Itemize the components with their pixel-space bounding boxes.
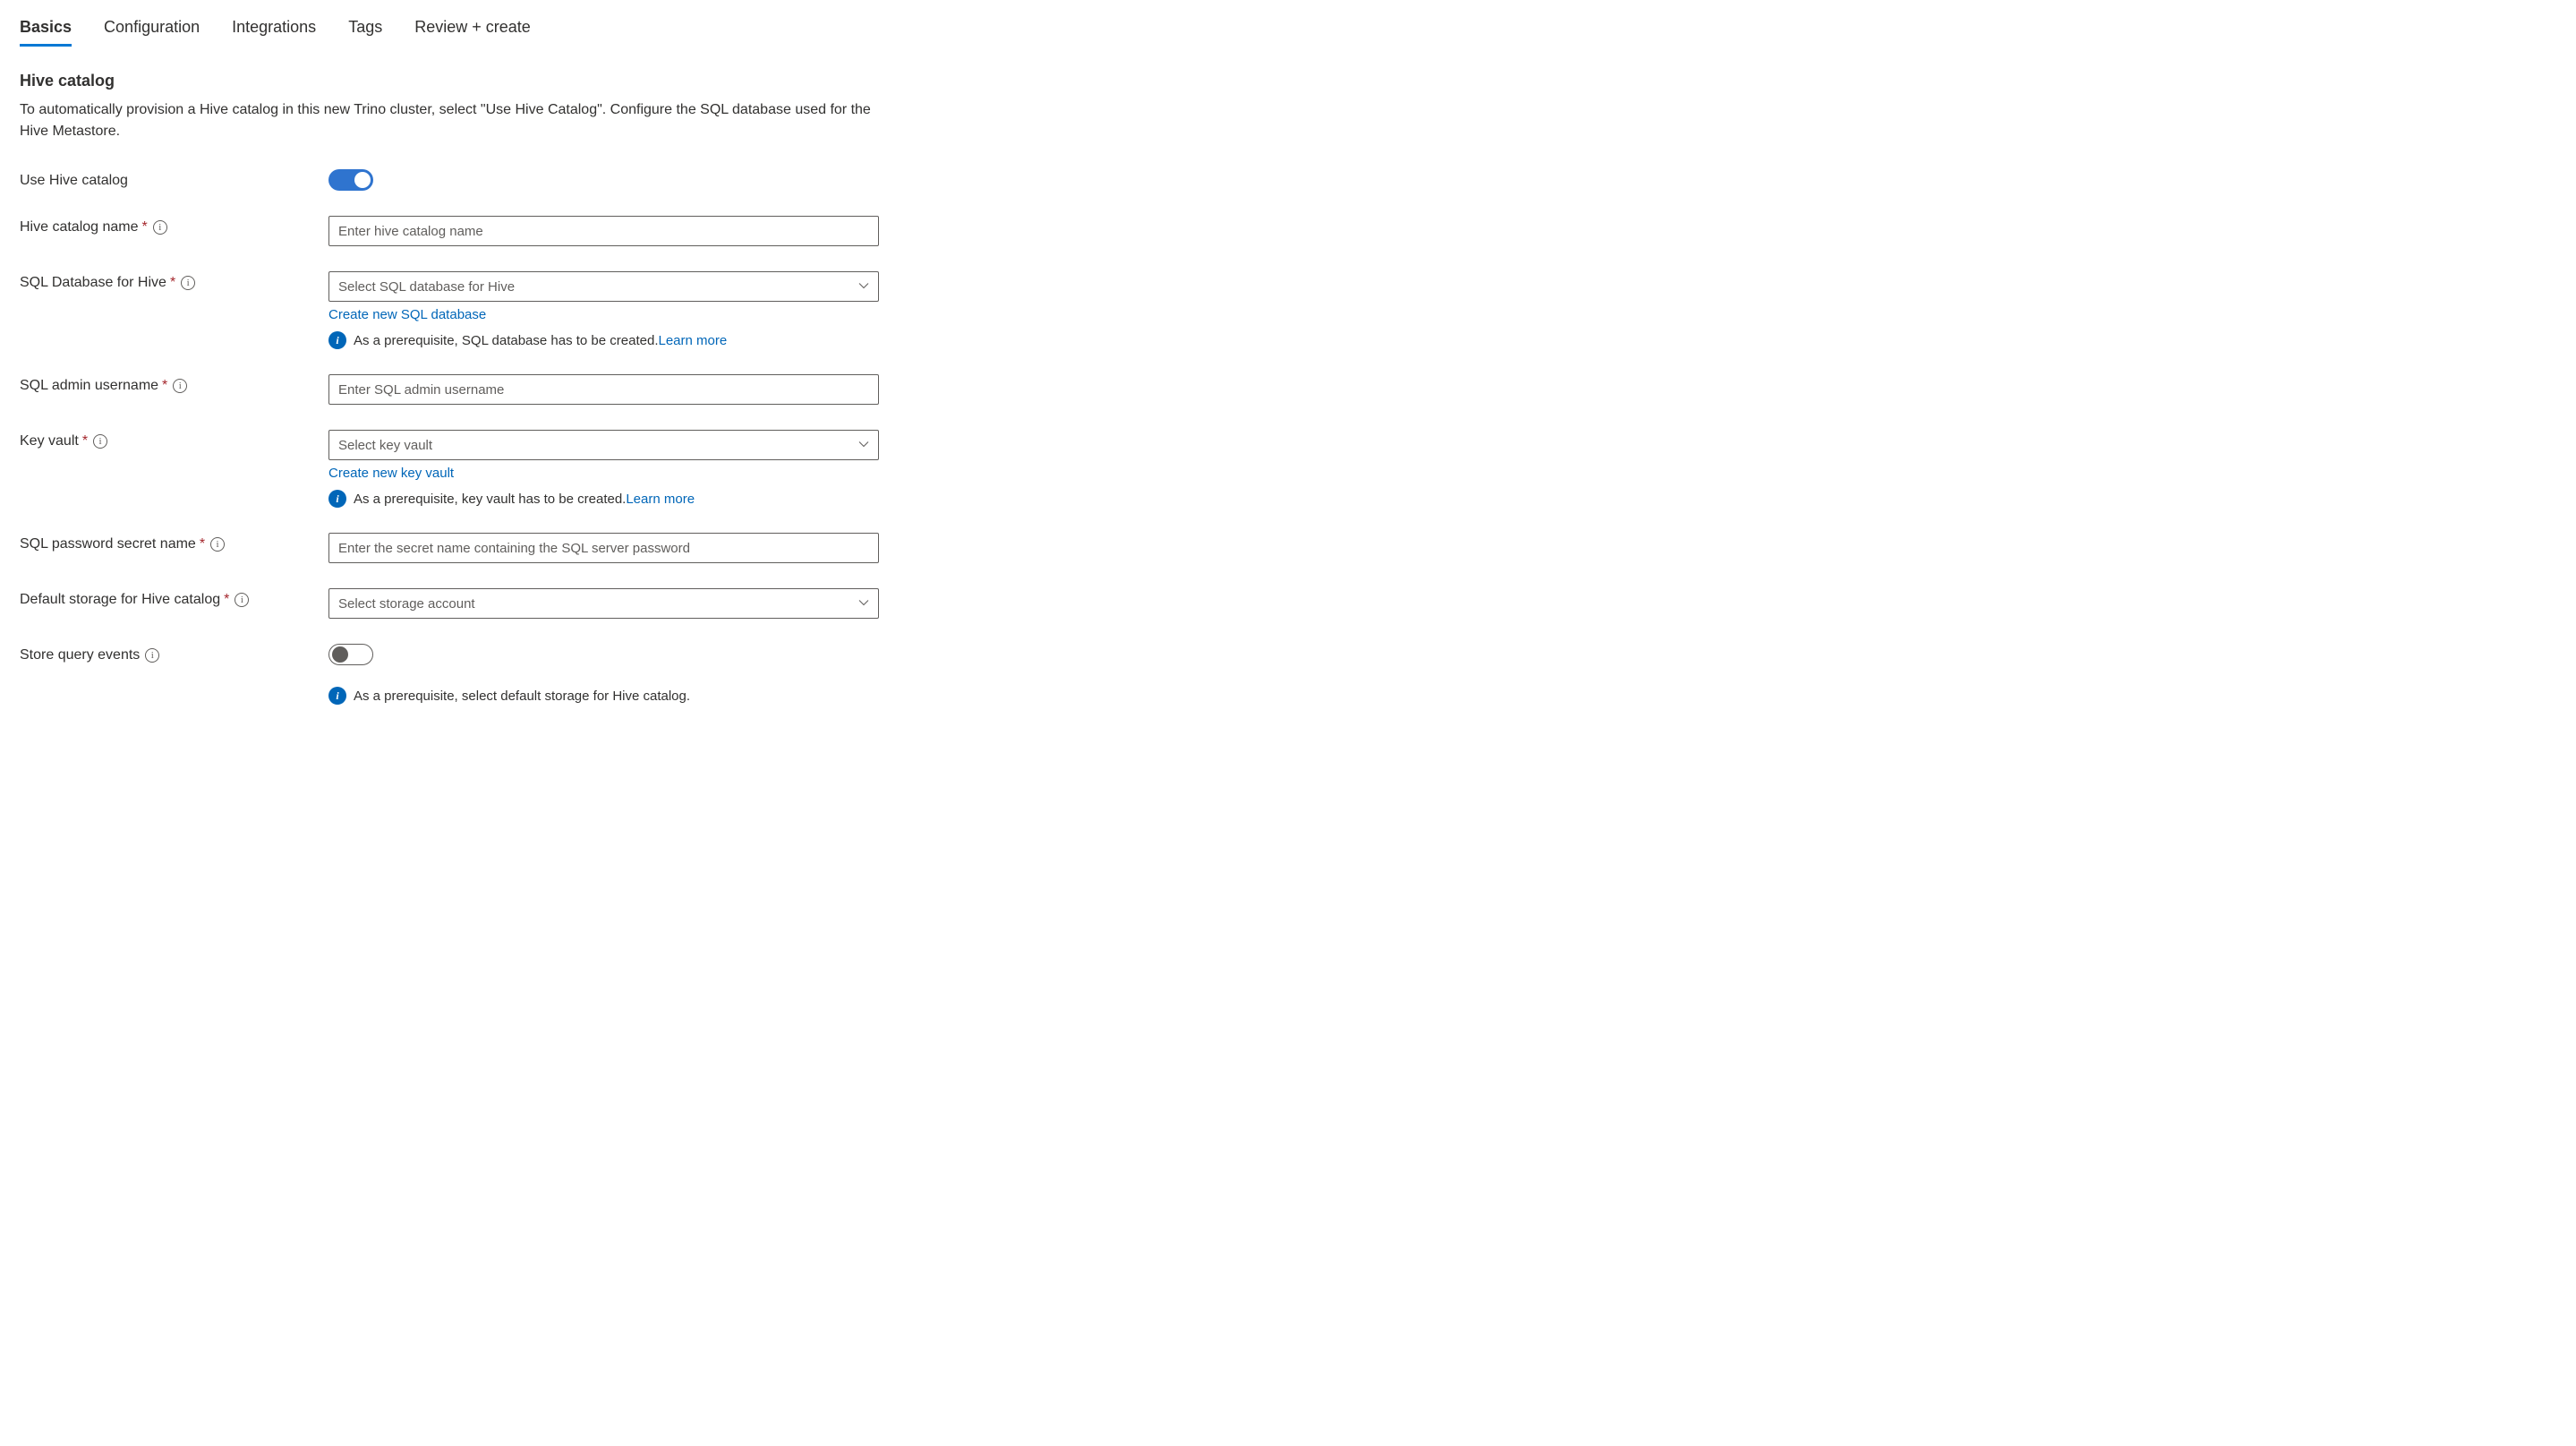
sql-database-select[interactable]: Select SQL database for Hive bbox=[328, 271, 879, 302]
store-query-events-label: Store query events i bbox=[20, 644, 328, 663]
key-vault-select[interactable]: Select key vault bbox=[328, 430, 879, 460]
key-vault-info-text: As a prerequisite, key vault has to be c… bbox=[354, 492, 695, 507]
info-badge-icon: i bbox=[328, 331, 346, 349]
required-asterisk: * bbox=[162, 378, 167, 394]
sql-database-learn-more-link[interactable]: Learn more bbox=[659, 333, 728, 348]
use-hive-catalog-toggle[interactable] bbox=[328, 169, 373, 191]
sql-admin-username-label: SQL admin username * i bbox=[20, 374, 328, 394]
key-vault-label: Key vault * i bbox=[20, 430, 328, 449]
section-title: Hive catalog bbox=[20, 72, 2558, 90]
store-query-events-toggle[interactable] bbox=[328, 644, 373, 665]
tab-review-create[interactable]: Review + create bbox=[414, 18, 531, 47]
sql-database-label: SQL Database for Hive * i bbox=[20, 271, 328, 291]
default-storage-select[interactable]: Select storage account bbox=[328, 588, 879, 619]
hive-catalog-name-label: Hive catalog name * i bbox=[20, 216, 328, 235]
info-icon[interactable]: i bbox=[153, 220, 167, 235]
tab-basics[interactable]: Basics bbox=[20, 18, 72, 47]
info-icon[interactable]: i bbox=[173, 379, 187, 393]
info-icon[interactable]: i bbox=[145, 648, 159, 663]
key-vault-learn-more-link[interactable]: Learn more bbox=[626, 492, 695, 507]
sql-database-info-text: As a prerequisite, SQL database has to b… bbox=[354, 333, 727, 348]
info-icon[interactable]: i bbox=[235, 593, 249, 607]
create-sql-database-link[interactable]: Create new SQL database bbox=[328, 307, 486, 322]
sql-password-secret-label: SQL password secret name * i bbox=[20, 533, 328, 552]
info-icon[interactable]: i bbox=[210, 537, 225, 552]
info-icon[interactable]: i bbox=[93, 434, 107, 449]
section-description: To automatically provision a Hive catalo… bbox=[20, 99, 879, 142]
required-asterisk: * bbox=[200, 536, 205, 552]
required-asterisk: * bbox=[82, 433, 88, 449]
create-key-vault-link[interactable]: Create new key vault bbox=[328, 466, 454, 481]
default-storage-label: Default storage for Hive catalog * i bbox=[20, 588, 328, 608]
required-asterisk: * bbox=[170, 275, 175, 291]
hive-catalog-name-input[interactable] bbox=[328, 216, 879, 246]
info-icon[interactable]: i bbox=[181, 276, 195, 290]
required-asterisk: * bbox=[224, 592, 229, 608]
info-badge-icon: i bbox=[328, 490, 346, 508]
sql-password-secret-input[interactable] bbox=[328, 533, 879, 563]
tab-configuration[interactable]: Configuration bbox=[104, 18, 200, 47]
sql-admin-username-input[interactable] bbox=[328, 374, 879, 405]
use-hive-catalog-label: Use Hive catalog bbox=[20, 169, 328, 189]
store-query-events-info: As a prerequisite, select default storag… bbox=[354, 689, 690, 704]
required-asterisk: * bbox=[142, 219, 148, 235]
tab-integrations[interactable]: Integrations bbox=[232, 18, 316, 47]
tab-tags[interactable]: Tags bbox=[348, 18, 382, 47]
tabs-bar: Basics Configuration Integrations Tags R… bbox=[20, 18, 2558, 47]
toggle-knob-icon bbox=[354, 172, 371, 188]
toggle-knob-icon bbox=[332, 646, 348, 663]
info-badge-icon: i bbox=[328, 687, 346, 705]
